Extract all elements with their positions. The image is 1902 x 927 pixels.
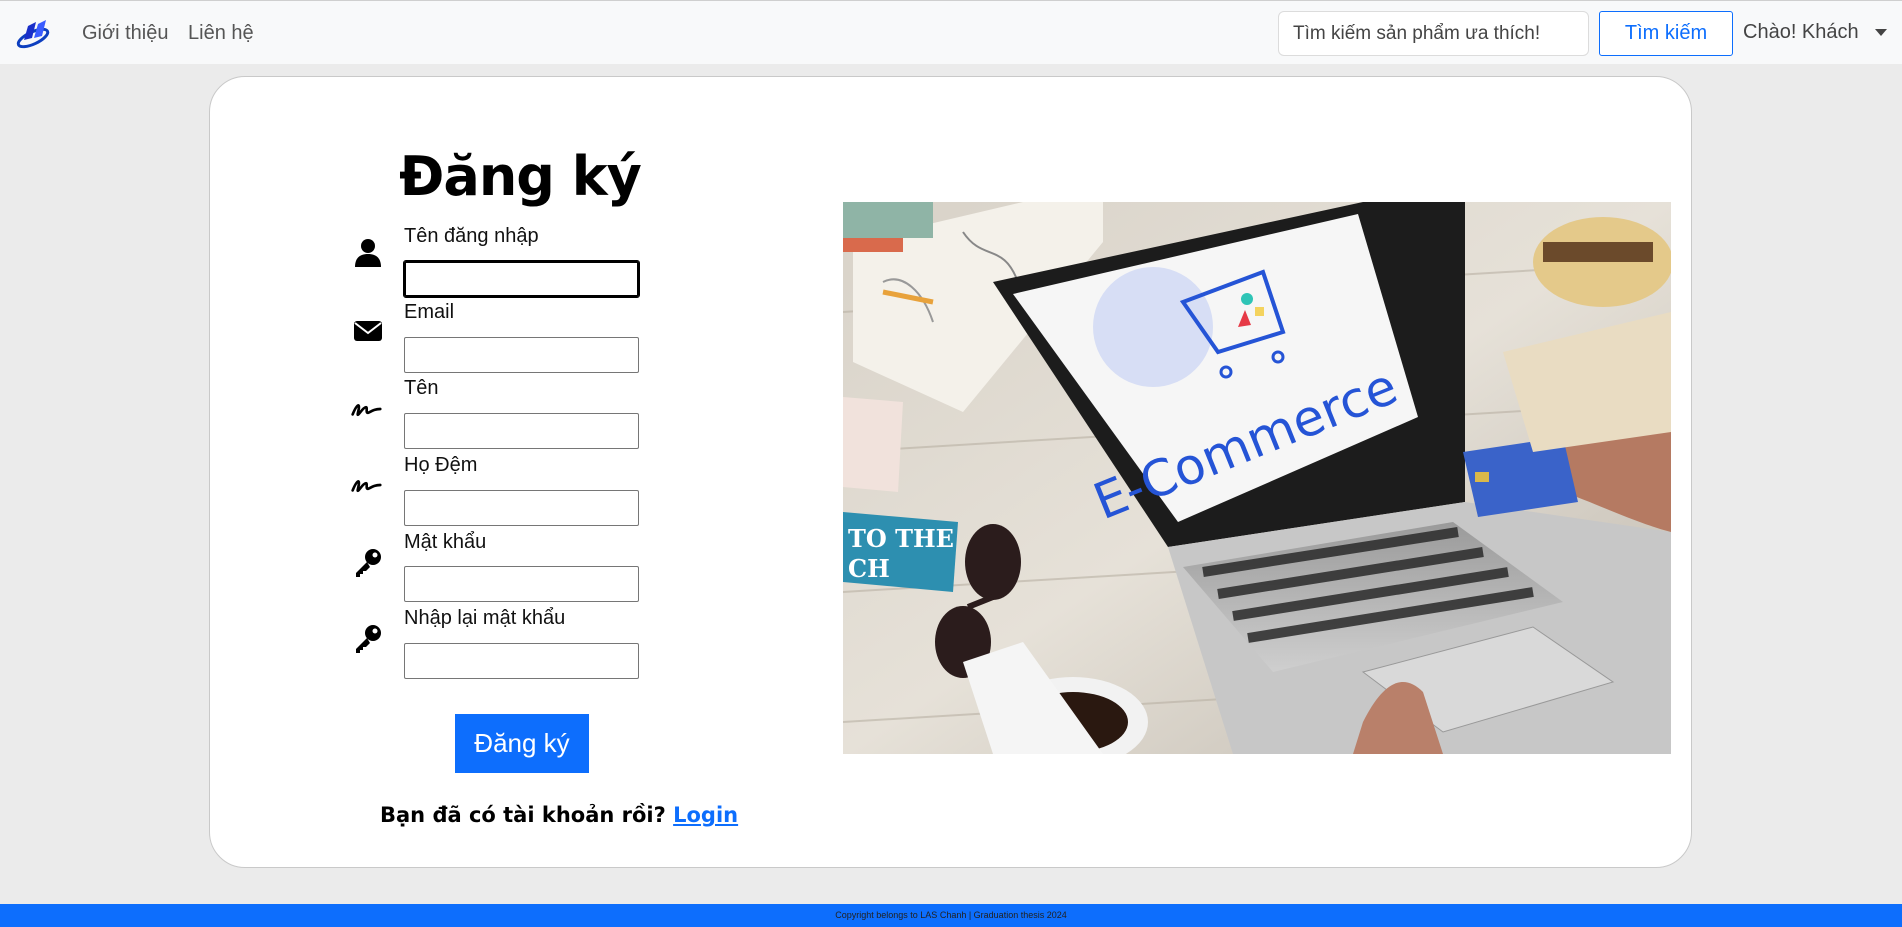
- svg-text:CH: CH: [848, 554, 890, 583]
- last-name-input[interactable]: [404, 490, 639, 526]
- nav-link-contact[interactable]: Liên hệ: [188, 21, 254, 45]
- user-icon: [355, 239, 381, 267]
- login-link[interactable]: Login: [673, 803, 738, 827]
- email-input[interactable]: [404, 337, 639, 373]
- password-label: Mật khẩu: [404, 531, 487, 553]
- confirm-password-label: Nhập lại mật khẩu: [404, 607, 566, 629]
- first-name-input[interactable]: [404, 413, 639, 449]
- email-label: Email: [404, 301, 455, 323]
- signature-icon: [351, 404, 382, 417]
- key-icon: [356, 549, 381, 577]
- confirm-password-input[interactable]: [404, 643, 639, 679]
- svg-text:TO THE: TO THE: [848, 524, 954, 553]
- password-input[interactable]: [404, 566, 639, 602]
- user-greeting: Chào! Khách: [1743, 21, 1859, 43]
- first-name-label: Tên: [404, 377, 439, 399]
- have-account-text: Bạn đã có tài khoản rồi?: [380, 803, 666, 827]
- envelope-icon: [354, 321, 382, 341]
- key-icon: [356, 625, 381, 653]
- signature-icon: [351, 480, 382, 493]
- navbar: Giới thiệu Liên hệ Tìm kiếm Chào! Khách: [0, 0, 1902, 64]
- ecommerce-hero-image: E-Commerce TO THE CH: [843, 202, 1671, 754]
- page-title: Đăng ký: [399, 145, 642, 208]
- search-button[interactable]: Tìm kiếm: [1599, 11, 1733, 56]
- login-prompt: Bạn đã có tài khoản rồi? Login: [380, 803, 738, 827]
- register-card: Đăng ký Tên đăng nhập Email Tên Họ Đệm M…: [209, 76, 1692, 868]
- nav-link-about[interactable]: Giới thiệu: [82, 21, 168, 45]
- user-menu-dropdown[interactable]: Chào! Khách: [1743, 21, 1887, 44]
- brand-logo-icon[interactable]: [14, 18, 52, 50]
- register-button[interactable]: Đăng ký: [455, 714, 589, 773]
- last-name-label: Họ Đệm: [404, 454, 478, 476]
- chevron-down-icon: [1874, 29, 1887, 36]
- search-input[interactable]: [1278, 11, 1589, 56]
- username-input[interactable]: [403, 260, 640, 298]
- username-label: Tên đăng nhập: [404, 225, 539, 247]
- footer: Copyright belongs to LAS Chanh | Graduat…: [0, 904, 1902, 927]
- copyright-text: Copyright belongs to LAS Chanh | Graduat…: [835, 910, 1067, 920]
